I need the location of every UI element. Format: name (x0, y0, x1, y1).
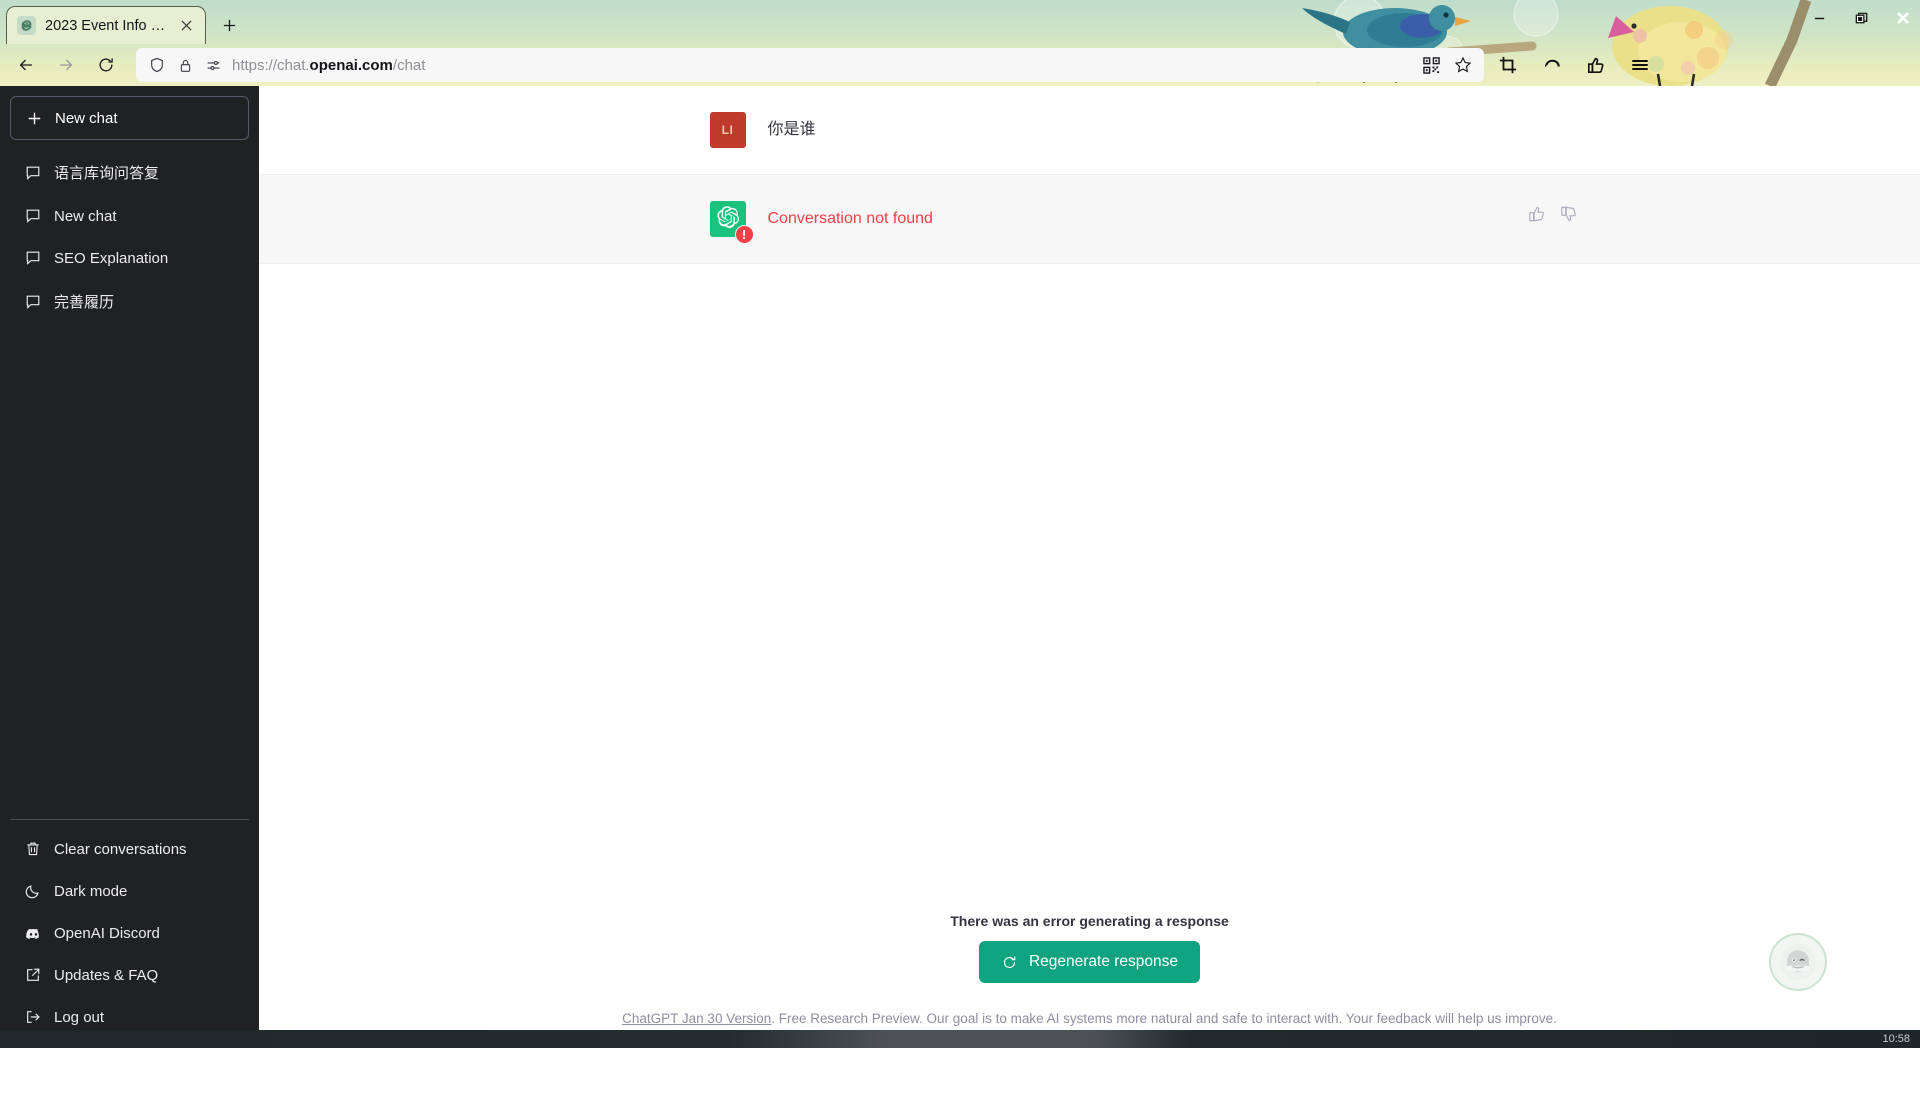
lock-icon[interactable] (176, 56, 194, 74)
feedback-controls (1526, 203, 1580, 225)
message-row-assistant: ! Conversation not found (259, 175, 1920, 264)
avatar: ! (710, 201, 746, 237)
trash-icon (24, 840, 42, 858)
conversation-item[interactable]: New chat (10, 195, 249, 237)
undo-arrow-icon[interactable] (1540, 53, 1564, 77)
conversation-item[interactable]: 完善履历 (10, 279, 249, 324)
thumbs-down-icon[interactable] (1558, 203, 1580, 225)
forward-arrow-icon[interactable] (48, 49, 84, 81)
sidebar-item-clear-conversations[interactable]: Clear conversations (10, 828, 249, 870)
sidebar-item-label: OpenAI Discord (54, 925, 160, 942)
tab-title: 2023 Event Info Request (45, 18, 168, 34)
composer-zone: There was an error generating a response… (259, 913, 1920, 1048)
conversation-item[interactable]: SEO Explanation (10, 237, 249, 279)
new-tab-button[interactable] (214, 10, 244, 40)
refresh-icon (1001, 953, 1019, 971)
robot-face-icon (1778, 942, 1818, 982)
sidebar: New chat 语言库询问答复 New chat SEO Explanatio… (0, 86, 259, 1048)
sidebar-item-label: Dark mode (54, 883, 127, 900)
footer-disclaimer: ChatGPT Jan 30 Version. Free Research Pr… (622, 1011, 1557, 1026)
sidebar-item-updates-faq[interactable]: Updates & FAQ (10, 954, 249, 996)
close-icon[interactable] (177, 17, 195, 35)
external-link-icon (24, 966, 42, 984)
chat-main: LI 你是谁 ! Conversation not fou (259, 86, 1920, 1048)
regenerate-response-button[interactable]: Regenerate response (979, 941, 1200, 983)
chat-bubble-icon (24, 293, 42, 311)
page-body: New chat 语言库询问答复 New chat SEO Explanatio… (0, 86, 1920, 1118)
conversation-label: 语言库询问答复 (54, 162, 159, 183)
minimize-button[interactable] (1808, 7, 1830, 29)
chatbot-assistant-widget[interactable] (1769, 933, 1827, 991)
sidebar-bottom-menu: Clear conversations Dark mode OpenAI Dis… (10, 819, 249, 1038)
url-text: https://chat.openai.com/chat (232, 57, 425, 74)
regenerate-label: Regenerate response (1029, 953, 1178, 971)
conversation-list: 语言库询问答复 New chat SEO Explanation 完善履历 (10, 150, 249, 324)
chat-bubble-icon (24, 207, 42, 225)
sidebar-spacer (10, 324, 249, 819)
error-badge: ! (735, 225, 754, 244)
crop-icon[interactable] (1496, 53, 1520, 77)
avatar: LI (710, 112, 746, 148)
navigation-toolbar: https://chat.openai.com/chat (0, 44, 1920, 86)
shield-icon[interactable] (148, 56, 166, 74)
url-prefix: https://chat. (232, 57, 310, 74)
taskbar-clock: 10:58 (1882, 1033, 1910, 1045)
chat-bubble-icon (24, 164, 42, 182)
logout-icon (24, 1008, 42, 1026)
sidebar-item-label: Updates & FAQ (54, 967, 158, 984)
generation-error-message: There was an error generating a response (950, 913, 1229, 929)
chat-bubble-icon (24, 249, 42, 267)
conversation-item[interactable]: 语言库询问答复 (10, 150, 249, 195)
version-link[interactable]: ChatGPT Jan 30 Version (622, 1011, 771, 1026)
url-domain: openai.com (310, 57, 393, 74)
plus-icon (25, 109, 43, 127)
conversation-label: New chat (54, 208, 117, 225)
url-bar[interactable]: https://chat.openai.com/chat (136, 48, 1484, 82)
star-icon[interactable] (1454, 56, 1472, 74)
thumbs-up-extension-icon[interactable] (1584, 53, 1608, 77)
message-row-user: LI 你是谁 (259, 86, 1920, 175)
conversation-label: SEO Explanation (54, 250, 168, 267)
discord-icon (24, 924, 42, 942)
qr-code-icon[interactable] (1422, 56, 1440, 74)
window-controls (1808, 4, 1914, 32)
new-chat-button[interactable]: New chat (10, 96, 249, 140)
message-text: Conversation not found (768, 201, 933, 232)
moon-icon (24, 882, 42, 900)
thumbs-up-icon[interactable] (1526, 203, 1548, 225)
conversation-label: 完善履历 (54, 291, 114, 312)
sidebar-item-openai-discord[interactable]: OpenAI Discord (10, 912, 249, 954)
message-thread: LI 你是谁 ! Conversation not fou (259, 86, 1920, 264)
sidebar-item-dark-mode[interactable]: Dark mode (10, 870, 249, 912)
toolbar-extensions (1496, 53, 1656, 77)
back-arrow-icon[interactable] (8, 49, 44, 81)
sidebar-item-label: Clear conversations (54, 841, 187, 858)
openai-logo-icon (17, 16, 36, 35)
new-chat-label: New chat (55, 110, 118, 127)
message-text: 你是谁 (768, 112, 816, 143)
browser-tab[interactable]: 2023 Event Info Request (6, 6, 206, 44)
disclaimer-text: . Free Research Preview. Our goal is to … (771, 1011, 1557, 1026)
browser-chrome: 2023 Event Info Request (0, 0, 1920, 86)
reload-icon[interactable] (88, 49, 124, 81)
page-settings-icon[interactable] (204, 56, 222, 74)
sidebar-item-label: Log out (54, 1009, 104, 1026)
avatar-initials: LI (722, 123, 734, 137)
url-suffix: /chat (393, 57, 426, 74)
os-taskbar: 10:58 (0, 1030, 1920, 1048)
maximize-button[interactable] (1850, 7, 1872, 29)
close-button[interactable] (1892, 7, 1914, 29)
hamburger-menu-icon[interactable] (1628, 53, 1652, 77)
tab-strip: 2023 Event Info Request (0, 0, 1920, 44)
